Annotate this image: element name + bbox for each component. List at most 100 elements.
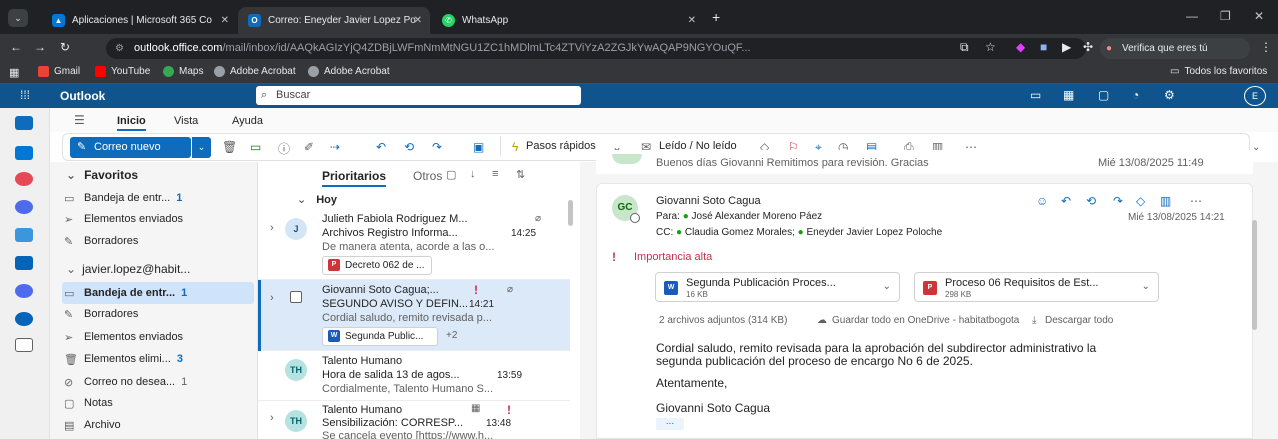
delete-icon[interactable]: 🗑︎ xyxy=(222,140,237,154)
apps-grid-icon[interactable]: ▦ xyxy=(9,66,19,79)
reload-icon[interactable]: ↻ xyxy=(60,40,70,54)
sender-name[interactable]: Giovanni Soto Cagua xyxy=(656,195,761,207)
onedrive-icon[interactable] xyxy=(15,312,33,326)
tab-inicio[interactable]: Inicio xyxy=(117,115,146,131)
verify-button[interactable]: ● Verifica que eres tú xyxy=(1100,38,1250,59)
chevron-down-icon[interactable]: ⌄ xyxy=(883,281,891,292)
bookmark-maps[interactable]: Maps xyxy=(163,66,203,77)
people-icon[interactable] xyxy=(15,200,33,214)
attachment-card[interactable]: W Segunda Publicación Proces... 16 KB ⌄ xyxy=(655,272,900,302)
mail-icon[interactable] xyxy=(15,116,33,130)
folder-archive[interactable]: ▤ Archivo xyxy=(64,414,254,436)
todo-icon[interactable] xyxy=(15,228,33,242)
restore-icon[interactable]: ❐ xyxy=(1220,9,1231,23)
minimize-icon[interactable]: — xyxy=(1186,9,1198,23)
folder-deleted[interactable]: 🗑︎ Elementos elimi... 3 xyxy=(64,348,254,370)
favorites-group[interactable]: ⌄ Favoritos xyxy=(66,168,138,182)
tab-vista[interactable]: Vista xyxy=(174,115,198,127)
install-app-icon[interactable]: ⧉ xyxy=(960,40,969,55)
close-icon[interactable]: ✕ xyxy=(688,15,696,26)
folder-inbox[interactable]: ▭ Bandeja de entr... 1 xyxy=(62,282,254,304)
calendar-icon[interactable]: ▦ xyxy=(1063,88,1074,102)
tab-other[interactable]: Otros xyxy=(413,169,442,183)
search-input[interactable]: ⌕ Buscar xyxy=(256,86,581,105)
settings-gear-icon[interactable]: ⚙ xyxy=(1164,88,1175,102)
folder-favorite-sent[interactable]: ➢ Elementos enviados xyxy=(64,208,254,230)
attachment-chip[interactable]: W Segunda Public... xyxy=(322,327,438,346)
select-icon[interactable]: ▢ xyxy=(446,168,456,181)
account-group[interactable]: ⌄ javier.lopez@habit... xyxy=(66,262,190,276)
folder-favorite-drafts[interactable]: ✎ Borradores xyxy=(64,230,254,252)
all-bookmarks[interactable]: ▭ Todos los favoritos xyxy=(1170,66,1267,77)
extension-icon-2[interactable]: ■ xyxy=(1040,40,1047,54)
collapse-pane-icon[interactable]: ☰ xyxy=(74,113,85,127)
teams-icon[interactable] xyxy=(15,284,33,298)
avatar[interactable]: E xyxy=(1244,86,1266,106)
new-mail-button[interactable]: ✎ Correo nuevo xyxy=(70,137,191,158)
quick-steps-button[interactable]: Pasos rápidos xyxy=(526,140,596,152)
bookmark-gmail[interactable]: Gmail xyxy=(38,66,80,77)
forward-icon[interactable]: → xyxy=(34,40,46,54)
bookmark-adobe-2[interactable]: Adobe Acrobat xyxy=(308,66,390,77)
sort-icon[interactable]: ⇅ xyxy=(516,168,525,181)
word-icon[interactable] xyxy=(15,256,33,270)
quick-steps-icon[interactable]: ϟ xyxy=(512,140,518,154)
forward-mail-icon[interactable]: ↷ xyxy=(1113,194,1123,208)
jump-to-icon[interactable]: ↓ xyxy=(470,168,476,180)
app-launcher-icon[interactable]: ⁞⁞⁞ xyxy=(20,88,30,102)
immersive-reader-icon[interactable]: ▥ xyxy=(1160,194,1171,208)
sweep-icon[interactable]: ✐ xyxy=(304,140,314,154)
copilot-icon[interactable] xyxy=(15,172,33,186)
browser-tab-correo[interactable]: O Correo: Eneyder Javier Lopez Po ✕ xyxy=(238,7,430,34)
categorize-icon[interactable]: ◇ xyxy=(1136,194,1145,208)
folder-favorite-inbox[interactable]: ▭ Bandeja de entr... 1 xyxy=(64,187,254,209)
attachment-chip[interactable]: P Decreto 062 de ... xyxy=(322,256,432,275)
report-icon[interactable]: ⓘ xyxy=(278,140,290,157)
browser-tab-m365[interactable]: ▲ Aplicaciones | Microsoft 365 Co ✕ xyxy=(42,7,237,34)
address-bar[interactable]: ⚙ outlook.office.com/mail/inbox/id/AAQkA… xyxy=(106,38,1086,59)
chevron-down-icon[interactable]: ⌄ xyxy=(1142,281,1150,292)
reply-all-icon[interactable]: ⟲ xyxy=(404,140,414,154)
attachment-card[interactable]: P Proceso 06 Requisitos de Est... 298 KB… xyxy=(914,272,1159,302)
teams-share-icon[interactable]: ▣ xyxy=(473,140,484,154)
new-mail-dropdown[interactable]: ⌄ xyxy=(192,137,211,158)
extension-icon[interactable]: ◆ xyxy=(1016,40,1025,54)
back-icon[interactable]: ← xyxy=(10,40,22,54)
bookmark-star-icon[interactable]: ☆ xyxy=(985,40,996,54)
new-tab-icon[interactable]: + xyxy=(712,9,720,25)
chevron-right-icon[interactable]: › xyxy=(270,292,274,304)
forward-mail-icon[interactable]: ↷ xyxy=(432,140,442,154)
extensions-puzzle-icon[interactable]: ✣ xyxy=(1083,40,1093,54)
cc-recipient[interactable]: Claudia Gomez Morales; xyxy=(685,227,795,238)
more-apps-icon[interactable] xyxy=(15,338,33,352)
recipient[interactable]: José Alexander Moreno Páez xyxy=(692,211,823,222)
more-attachments[interactable]: +2 xyxy=(446,330,457,341)
bookmark-youtube[interactable]: YouTube xyxy=(95,66,150,77)
browser-tab-whatsapp[interactable]: ✆ WhatsApp ✕ xyxy=(432,7,704,34)
tab-ayuda[interactable]: Ayuda xyxy=(232,115,263,127)
list-scrollbar[interactable] xyxy=(568,200,573,226)
cc-recipient[interactable]: Eneyder Javier Lopez Poloche xyxy=(807,227,943,238)
notifications-icon[interactable]: ◔ xyxy=(1132,88,1139,102)
group-today[interactable]: ⌄ Hoy xyxy=(297,193,337,206)
reply-all-icon[interactable]: ⟲ xyxy=(1086,194,1096,208)
reply-icon[interactable]: ↶ xyxy=(1061,194,1071,208)
chat-icon[interactable]: ▢ xyxy=(1098,88,1109,102)
filter-icon[interactable]: ≡ xyxy=(492,168,498,180)
folder-drafts[interactable]: ✎ Borradores xyxy=(64,303,254,325)
folder-notes[interactable]: ▢ Notas xyxy=(64,392,254,414)
move-to-icon[interactable]: ⇢ xyxy=(330,140,340,154)
folder-junk[interactable]: ⊘ Correo no desea... 1 xyxy=(64,371,254,393)
emoji-icon[interactable]: ☺ xyxy=(1036,194,1048,208)
folder-sent[interactable]: ➢ Elementos enviados xyxy=(64,326,254,348)
close-window-icon[interactable]: ✕ xyxy=(1254,9,1264,23)
close-icon[interactable]: ✕ xyxy=(414,15,422,26)
close-icon[interactable]: ✕ xyxy=(221,15,229,26)
select-checkbox[interactable] xyxy=(290,291,302,303)
archive-icon[interactable]: ▭ xyxy=(250,140,261,154)
browser-menu-icon[interactable]: ⋮ xyxy=(1260,40,1272,54)
tab-search-icon[interactable]: ⌄ xyxy=(8,9,28,27)
bookmark-adobe-1[interactable]: Adobe Acrobat xyxy=(214,66,296,77)
more-options-icon[interactable]: ⋯ xyxy=(1190,194,1202,208)
chevron-down-icon[interactable]: ⌄ xyxy=(1252,142,1260,153)
